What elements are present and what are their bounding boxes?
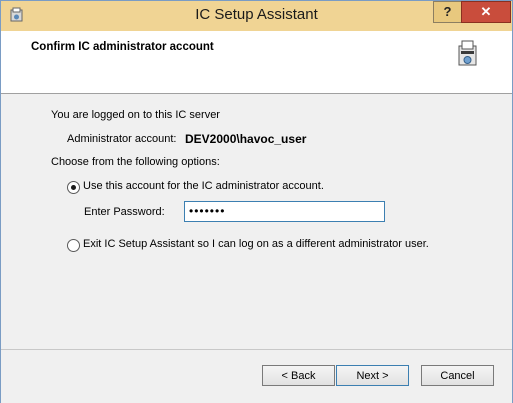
help-button[interactable]: ? — [433, 1, 462, 23]
exit-assistant-radio[interactable] — [67, 239, 80, 252]
logged-on-text: You are logged on to this IC server — [51, 109, 220, 121]
wizard-header: Confirm IC administrator account — [1, 31, 512, 94]
setup-window: IC Setup Assistant ? ✕ Confirm IC admini… — [0, 0, 513, 403]
admin-account-value: DEV2000\havoc_user — [185, 132, 307, 146]
choose-options-text: Choose from the following options: — [51, 156, 220, 168]
page-title: Confirm IC administrator account — [31, 41, 214, 53]
setup-computer-icon — [458, 40, 477, 66]
admin-account-label: Administrator account: — [67, 133, 177, 145]
use-account-radio[interactable] — [67, 181, 80, 194]
close-button[interactable]: ✕ — [461, 1, 511, 23]
exit-assistant-option-label[interactable]: Exit IC Setup Assistant so I can log on … — [83, 238, 429, 250]
password-field[interactable]: ••••••• — [184, 201, 385, 222]
next-button[interactable]: Next > — [336, 365, 409, 386]
title-bar[interactable]: IC Setup Assistant ? ✕ — [1, 1, 512, 31]
password-label: Enter Password: — [84, 206, 165, 218]
use-account-option-label[interactable]: Use this account for the IC administrato… — [83, 180, 324, 192]
back-button[interactable]: < Back — [262, 365, 335, 386]
cancel-button[interactable]: Cancel — [421, 365, 494, 386]
